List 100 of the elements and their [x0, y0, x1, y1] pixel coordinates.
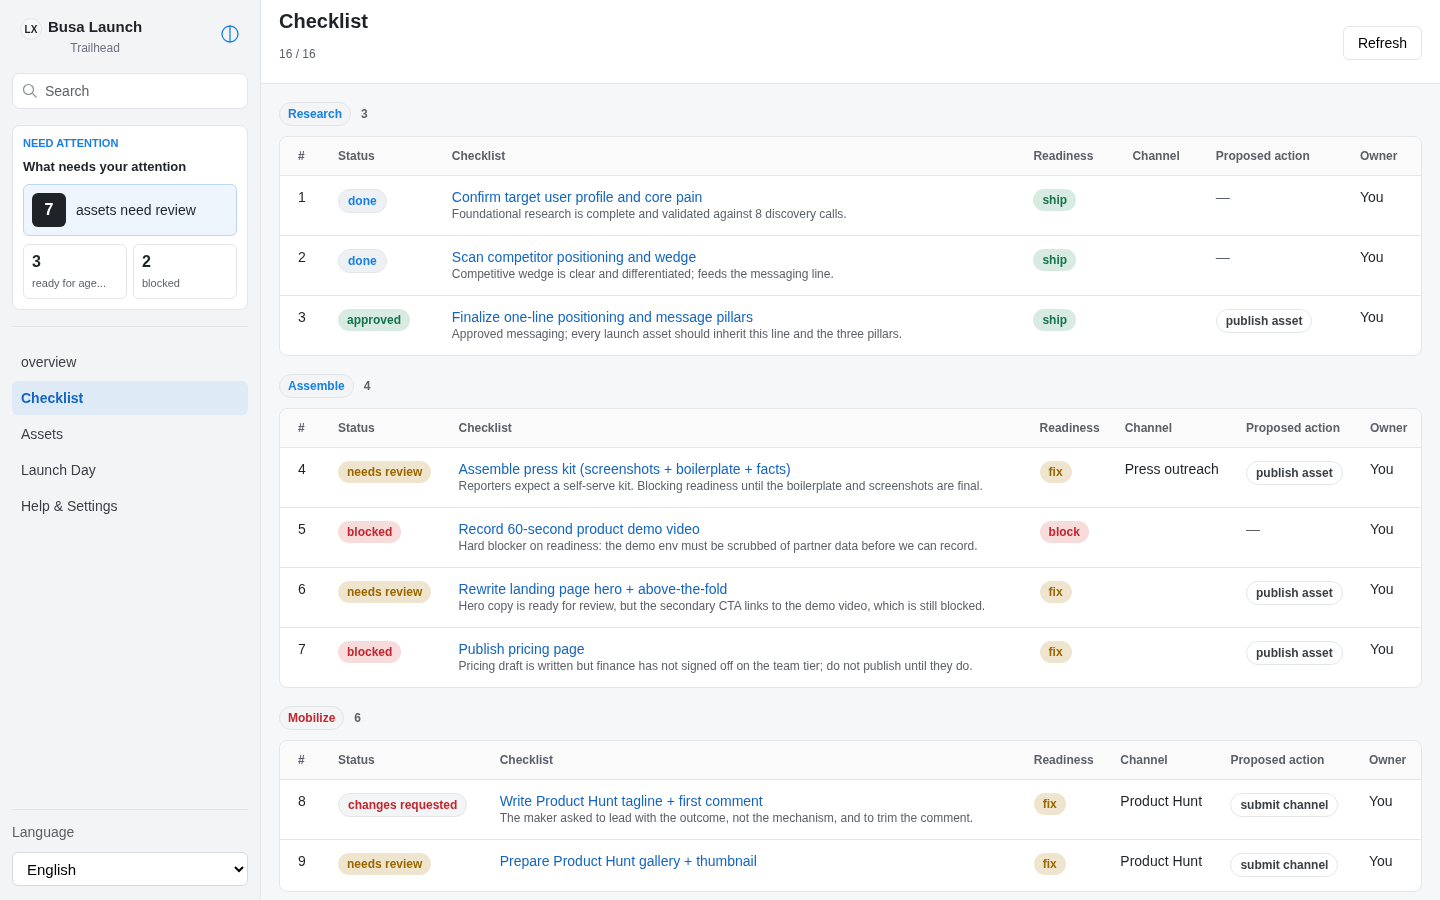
nav-item[interactable]: Checklist: [12, 381, 248, 415]
readiness-badge: fix: [1033, 853, 1066, 875]
review-label: assets need review: [76, 202, 196, 218]
row-number: 8: [298, 793, 306, 809]
owner-text: You: [1370, 521, 1394, 537]
column-header: Owner: [1370, 421, 1408, 435]
row-number: 5: [298, 521, 306, 537]
status-badge: needs review: [338, 853, 432, 875]
item-link[interactable]: Rewrite landing page hero + above-the-fold: [458, 581, 1020, 597]
column-header: Readiness: [1033, 753, 1094, 767]
review-count: 7: [32, 193, 66, 227]
column-header: #: [298, 421, 305, 435]
action-button[interactable]: publish asset: [1246, 581, 1343, 605]
readiness-badge: ship: [1033, 189, 1077, 211]
logo-badge: LX: [20, 18, 42, 40]
column-header: Status: [338, 753, 375, 767]
owner-text: You: [1360, 249, 1384, 265]
readiness-badge: fix: [1039, 461, 1072, 483]
nav-item[interactable]: Help & Settings: [12, 489, 248, 523]
column-header: #: [298, 753, 305, 767]
row-number: 3: [298, 309, 306, 325]
progress-count: 16 / 16: [279, 47, 317, 61]
item-link[interactable]: Write Product Hunt tagline + first comment: [499, 793, 1014, 809]
item-link[interactable]: Confirm target user profile and core pain: [451, 189, 1014, 205]
action-button[interactable]: publish asset: [1215, 309, 1313, 333]
item-link[interactable]: Scan competitor positioning and wedge: [451, 249, 1014, 265]
nav-item[interactable]: Launch Day: [12, 453, 248, 487]
channel-text: Press outreach: [1124, 461, 1219, 477]
language-label: Language: [12, 824, 76, 840]
readiness-badge: fix: [1033, 793, 1066, 815]
stat-tile[interactable]: 2 blocked: [133, 244, 237, 299]
group-count: 6: [354, 711, 362, 725]
stat-tile[interactable]: 3 ready for age...: [23, 244, 127, 299]
card-heading: What needs your attention: [23, 159, 188, 174]
column-header: Channel: [1132, 149, 1180, 163]
stat-count: 2: [142, 253, 152, 271]
language-select[interactable]: English: [12, 852, 248, 886]
channel-text: Product Hunt: [1120, 853, 1203, 869]
theme-toggle-icon[interactable]: [220, 24, 240, 44]
item-link[interactable]: Prepare Product Hunt gallery + thumbnail: [499, 853, 1014, 869]
column-header: #: [298, 149, 305, 163]
column-header: Checklist: [458, 421, 512, 435]
item-link[interactable]: Record 60-second product demo video: [458, 521, 1020, 537]
action-button[interactable]: submit channel: [1230, 853, 1339, 877]
row-number: 1: [298, 189, 306, 205]
item-link[interactable]: Finalize one-line positioning and message pillars: [451, 309, 1014, 325]
action-button[interactable]: submit channel: [1230, 793, 1339, 817]
search-field[interactable]: Search: [12, 73, 248, 109]
column-header: Status: [338, 149, 375, 163]
empty-action: —: [1215, 249, 1230, 265]
empty-action: —: [1246, 521, 1260, 537]
column-header: Proposed action: [1215, 149, 1310, 163]
action-button[interactable]: publish asset: [1246, 641, 1343, 665]
nav-item[interactable]: Assets: [12, 417, 248, 451]
owner-text: You: [1370, 641, 1394, 657]
column-header: Owner: [1368, 753, 1407, 767]
item-description: Approved messaging; every launch asset should inherit this line and the three pillars.: [451, 327, 904, 341]
readiness-badge: ship: [1033, 249, 1077, 271]
empty-action: —: [1215, 189, 1230, 205]
row-number: 9: [298, 853, 306, 869]
row-number: 7: [298, 641, 306, 657]
nav-item[interactable]: overview: [12, 345, 248, 379]
column-header: Checklist: [451, 149, 506, 163]
readiness-badge: block: [1039, 521, 1089, 543]
item-description: Competitive wedge is clear and differentiated; feeds the messaging line.: [451, 267, 835, 281]
owner-text: You: [1370, 461, 1394, 477]
item-description: Pricing draft is written but finance has not signed off on the team tier; do not publish until they do.: [458, 659, 974, 673]
column-header: Readiness: [1039, 421, 1100, 435]
item-description: Hard blocker on readiness: the demo env must be scrubbed of partner data before we can record.: [458, 539, 979, 553]
column-header: Checklist: [499, 753, 553, 767]
status-badge: done: [338, 249, 387, 273]
group-tag: Research: [279, 102, 352, 126]
row-number: 4: [298, 461, 306, 477]
review-summary[interactable]: 7 assets need review: [23, 184, 237, 236]
column-header: Readiness: [1033, 149, 1094, 163]
action-button[interactable]: publish asset: [1246, 461, 1343, 485]
status-badge: needs review: [338, 581, 432, 603]
group-count: 4: [363, 379, 371, 393]
item-description: The maker asked to lead with the outcome, not the mechanism, and to trim the comment.: [499, 811, 975, 825]
readiness-badge: fix: [1039, 581, 1072, 603]
item-link[interactable]: Publish pricing page: [458, 641, 1020, 657]
card-eyebrow: NEED ATTENTION: [23, 137, 120, 149]
item-link[interactable]: Assemble press kit (screenshots + boilerplate + facts): [458, 461, 1020, 477]
refresh-button[interactable]: Refresh: [1342, 26, 1422, 60]
status-badge: done: [338, 189, 387, 213]
column-header: Status: [338, 421, 375, 435]
status-badge: blocked: [338, 641, 402, 663]
search-icon: [22, 83, 38, 99]
status-badge: approved: [338, 309, 410, 331]
column-header: Proposed action: [1246, 421, 1340, 435]
owner-text: You: [1370, 581, 1394, 597]
column-header: Channel: [1120, 753, 1168, 767]
status-badge: blocked: [338, 521, 402, 543]
row-number: 6: [298, 581, 306, 597]
owner-text: You: [1360, 309, 1384, 325]
channel-text: Product Hunt: [1120, 793, 1203, 809]
group-tag: Assemble: [279, 374, 354, 398]
readiness-badge: fix: [1039, 641, 1072, 663]
column-header: Channel: [1124, 421, 1172, 435]
page-title: Checklist: [279, 10, 368, 33]
